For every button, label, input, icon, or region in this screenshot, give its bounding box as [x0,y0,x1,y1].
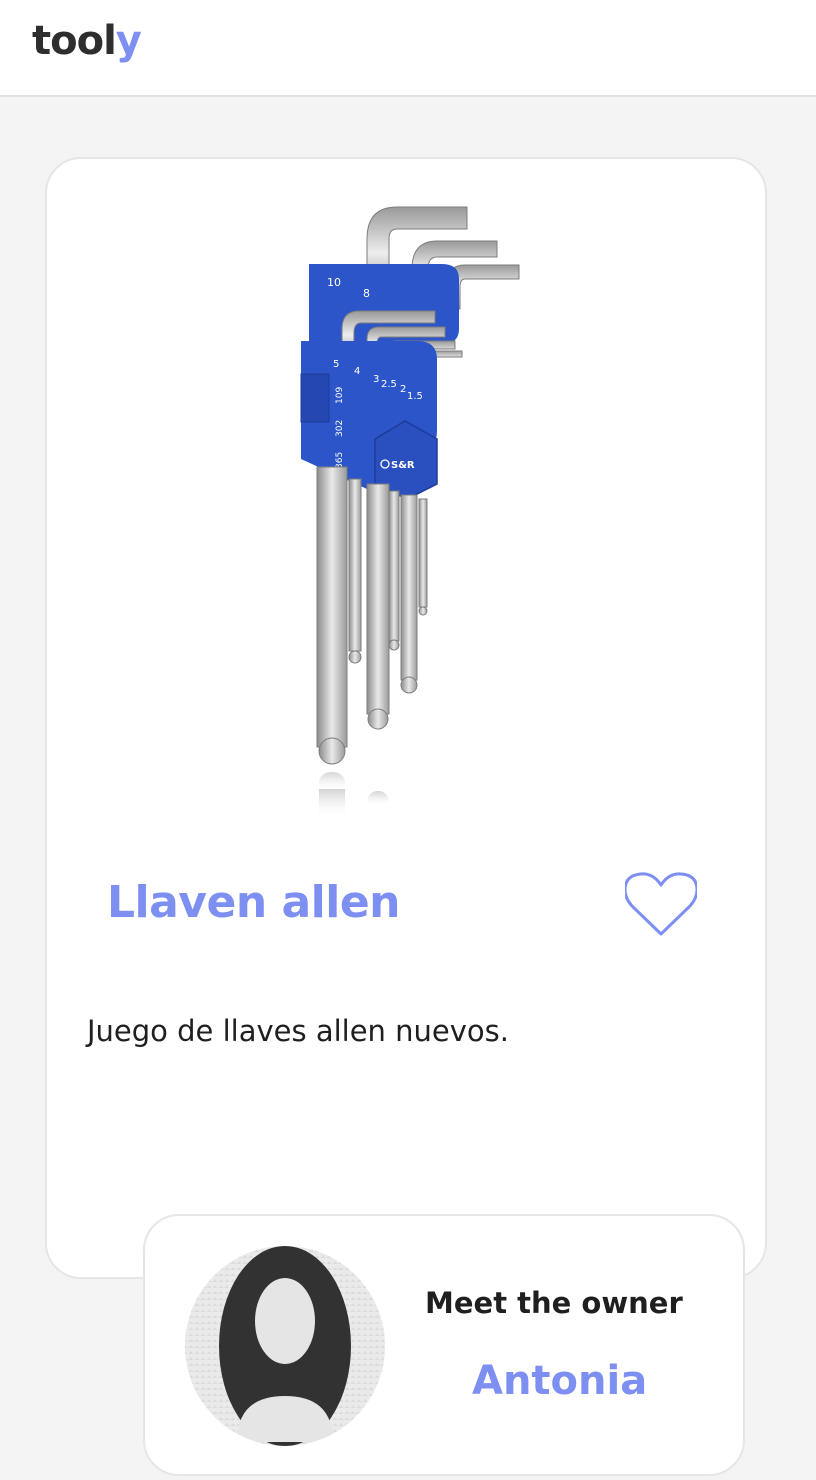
owner-name[interactable]: Antonia [472,1358,647,1404]
size-label-10: 10 [327,276,341,289]
code-label-302: 302 [335,420,345,437]
size-label-2: 2 [400,384,406,395]
app-logo[interactable]: tooly [32,18,142,64]
owner-label: Meet the owner [425,1286,683,1320]
size-label-8: 8 [363,287,370,300]
size-label-5: 5 [333,359,339,370]
product-title: Llaven allen [107,877,401,928]
code-label-109: 109 [335,387,345,404]
brand-label: S&R [391,460,415,471]
top-bar: tooly [0,0,816,97]
product-description: Juego de llaves allen nuevos. [87,1014,509,1048]
logo-accent: y [115,18,142,64]
heart-outline-icon[interactable] [625,872,697,938]
code-label-365: 365 [335,452,345,469]
size-label-1-5: 1.5 [407,391,423,402]
user-avatar-icon[interactable] [185,1246,385,1446]
size-label-4: 4 [354,366,360,377]
size-label-3: 3 [373,374,379,385]
size-label-2-5: 2.5 [381,379,397,390]
product-image: 10 8 5 4 3 2.5 2 1.5 109 302 365 S&R [300,206,520,819]
product-card: 10 8 5 4 3 2.5 2 1.5 109 302 365 S&R Lla… [45,157,767,1279]
logo-main: tool [32,18,117,64]
owner-card[interactable]: Meet the owner Antonia [143,1214,745,1476]
